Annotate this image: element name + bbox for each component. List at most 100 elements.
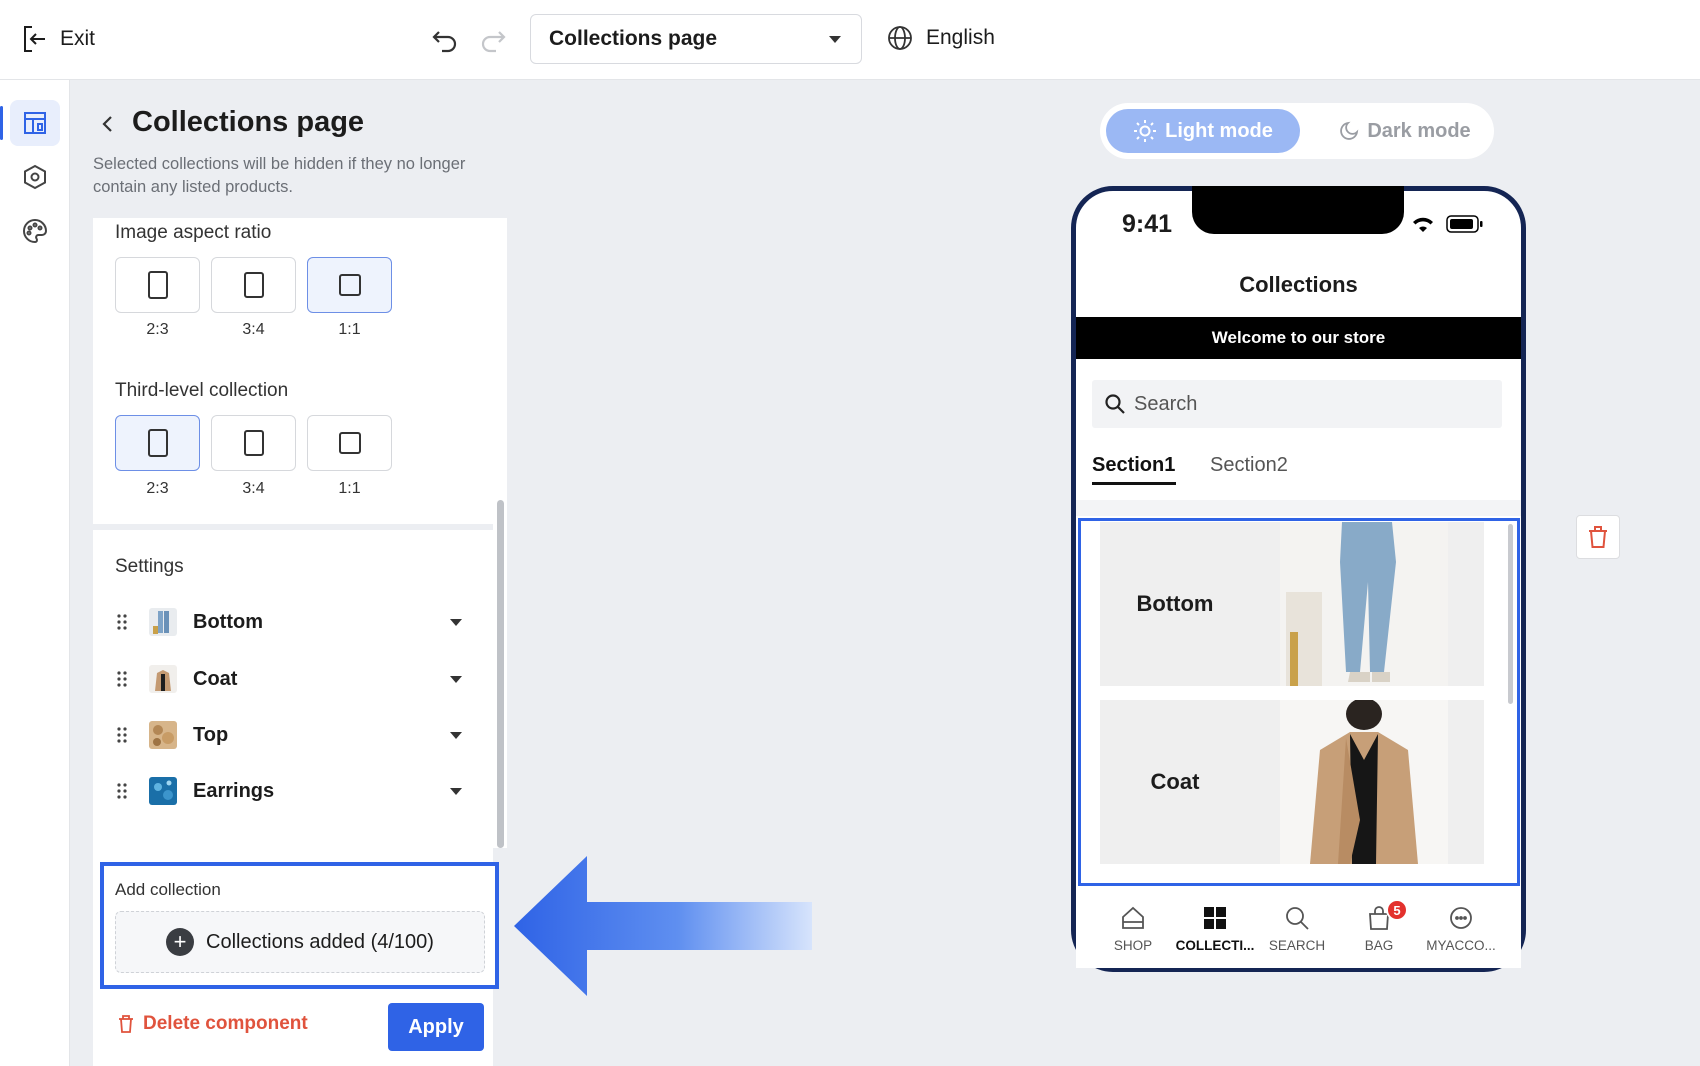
status-time: 9:41 — [1122, 210, 1173, 238]
more-circle-icon — [1450, 907, 1472, 929]
collection-name: Coat — [193, 667, 238, 690]
add-collection-button[interactable]: + Collections added (4/100) — [115, 911, 485, 973]
panel-scrollbar[interactable] — [497, 500, 504, 848]
aspect-ratio-1-1-option[interactable] — [307, 257, 392, 313]
light-mode-button[interactable]: Light mode — [1106, 109, 1300, 153]
portrait-ratio-icon — [243, 272, 264, 298]
ratio-caption: 3:4 — [242, 480, 265, 497]
welcome-banner: Welcome to our store — [1076, 317, 1521, 359]
rail-theme-button[interactable] — [10, 208, 60, 254]
drag-handle-icon[interactable] — [115, 726, 129, 744]
grid-icon — [1204, 907, 1226, 929]
aspect-ratio-2-3-option[interactable] — [115, 257, 200, 313]
dark-mode-label: Dark mode — [1367, 119, 1471, 142]
delete-component-button[interactable]: Delete component — [117, 1013, 308, 1035]
nav-label: COLLECTI... — [1175, 938, 1255, 953]
drag-handle-icon[interactable] — [115, 613, 129, 631]
hexagon-settings-icon — [24, 164, 46, 190]
light-mode-label: Light mode — [1165, 119, 1273, 142]
drag-handle-icon[interactable] — [115, 670, 129, 688]
ratio-caption: 2:3 — [146, 321, 169, 338]
language-selector[interactable]: English — [886, 24, 995, 52]
rail-layout-button[interactable] — [0, 100, 60, 146]
left-rail — [0, 80, 70, 1066]
collection-name: Earrings — [193, 779, 275, 802]
add-collection-label: Add collection — [115, 880, 221, 899]
square-ratio-icon — [338, 274, 361, 296]
chevron-down-icon[interactable] — [450, 618, 462, 626]
language-label: English — [926, 26, 995, 49]
collection-card-bottom[interactable]: Bottom — [1100, 522, 1484, 686]
nav-label: SHOP — [1113, 938, 1153, 953]
collection-row-coat[interactable]: Coat — [115, 659, 470, 699]
trash-icon — [119, 1015, 133, 1033]
phone-scrollbar[interactable] — [1508, 524, 1513, 704]
undo-icon[interactable] — [430, 24, 460, 54]
delete-block-button[interactable] — [1576, 515, 1620, 559]
collection-name: Top — [193, 723, 229, 746]
dark-mode-button[interactable]: Dark mode — [1320, 109, 1490, 153]
pointer-arrow-icon — [514, 856, 812, 996]
settings-title: Settings — [115, 556, 184, 577]
chevron-down-icon[interactable] — [450, 731, 462, 739]
rail-settings-button[interactable] — [10, 154, 60, 200]
bag-count-badge: 5 — [1386, 899, 1408, 921]
chevron-down-icon[interactable] — [450, 675, 462, 683]
battery-icon — [1446, 215, 1483, 233]
third-level-1-1-option[interactable] — [307, 415, 392, 471]
apply-button[interactable]: Apply — [388, 1003, 484, 1051]
ratio-caption: 1:1 — [338, 321, 361, 338]
phone-page-title: Collections — [1239, 272, 1358, 297]
ratio-caption: 3:4 — [242, 321, 265, 338]
panel-title: Collections page — [132, 106, 365, 138]
active-tab-underline — [1092, 482, 1176, 485]
earrings-thumbnail-icon — [149, 777, 177, 805]
add-collection-button-label: Collections added (4/100) — [206, 930, 434, 953]
portrait-ratio-icon — [243, 430, 264, 456]
collection-card-coat[interactable]: Coat — [1100, 700, 1484, 864]
nav-my-account[interactable]: MYACCO... — [1420, 904, 1502, 953]
tab-section1[interactable]: Section1 — [1092, 454, 1175, 477]
coat-collection-image — [1280, 700, 1448, 864]
sun-icon — [1134, 120, 1157, 142]
page-select-value: Collections page — [549, 27, 718, 50]
nav-shop[interactable]: SHOP — [1092, 904, 1174, 953]
exit-button[interactable]: Exit — [22, 24, 95, 54]
coat-thumbnail-icon — [149, 665, 177, 693]
chevron-down-icon[interactable] — [450, 787, 462, 795]
bottom-collection-image — [1280, 522, 1448, 686]
tabs-divider — [1076, 500, 1521, 516]
nav-label: BAG — [1364, 938, 1394, 953]
back-chevron-icon[interactable] — [98, 112, 118, 136]
layout-icon — [24, 112, 46, 134]
search-icon — [1286, 907, 1309, 930]
palette-icon — [23, 218, 48, 244]
portrait-ratio-icon — [147, 429, 168, 457]
panel-description: Selected collections will be hidden if t… — [93, 155, 466, 196]
bottom-thumbnail-icon — [149, 608, 177, 636]
collection-row-top[interactable]: Top — [115, 715, 470, 755]
redo-icon[interactable] — [478, 24, 508, 54]
nav-collections[interactable]: COLLECTI... — [1174, 904, 1256, 953]
exit-icon — [24, 26, 45, 52]
plus-icon: + — [166, 928, 195, 956]
third-level-collection-label: Third-level collection — [115, 380, 289, 401]
search-icon — [1105, 394, 1125, 414]
phone-search-input[interactable]: Search — [1092, 380, 1502, 428]
trash-icon — [1589, 526, 1607, 548]
tab-section2[interactable]: Section2 — [1210, 454, 1288, 477]
home-icon — [1122, 906, 1144, 929]
third-level-2-3-option[interactable] — [115, 415, 200, 471]
collection-row-earrings[interactable]: Earrings — [115, 771, 470, 811]
phone-notch — [1192, 186, 1404, 234]
collection-row-bottom[interactable]: Bottom — [115, 602, 470, 642]
globe-icon — [888, 26, 912, 50]
drag-handle-icon[interactable] — [115, 782, 129, 800]
search-placeholder: Search — [1134, 392, 1198, 415]
page-select-dropdown[interactable]: Collections page — [530, 14, 862, 64]
collection-name: Bottom — [193, 610, 263, 633]
aspect-ratio-3-4-option[interactable] — [211, 257, 296, 313]
top-thumbnail-icon — [149, 721, 177, 749]
third-level-3-4-option[interactable] — [211, 415, 296, 471]
nav-search[interactable]: SEARCH — [1256, 904, 1338, 953]
